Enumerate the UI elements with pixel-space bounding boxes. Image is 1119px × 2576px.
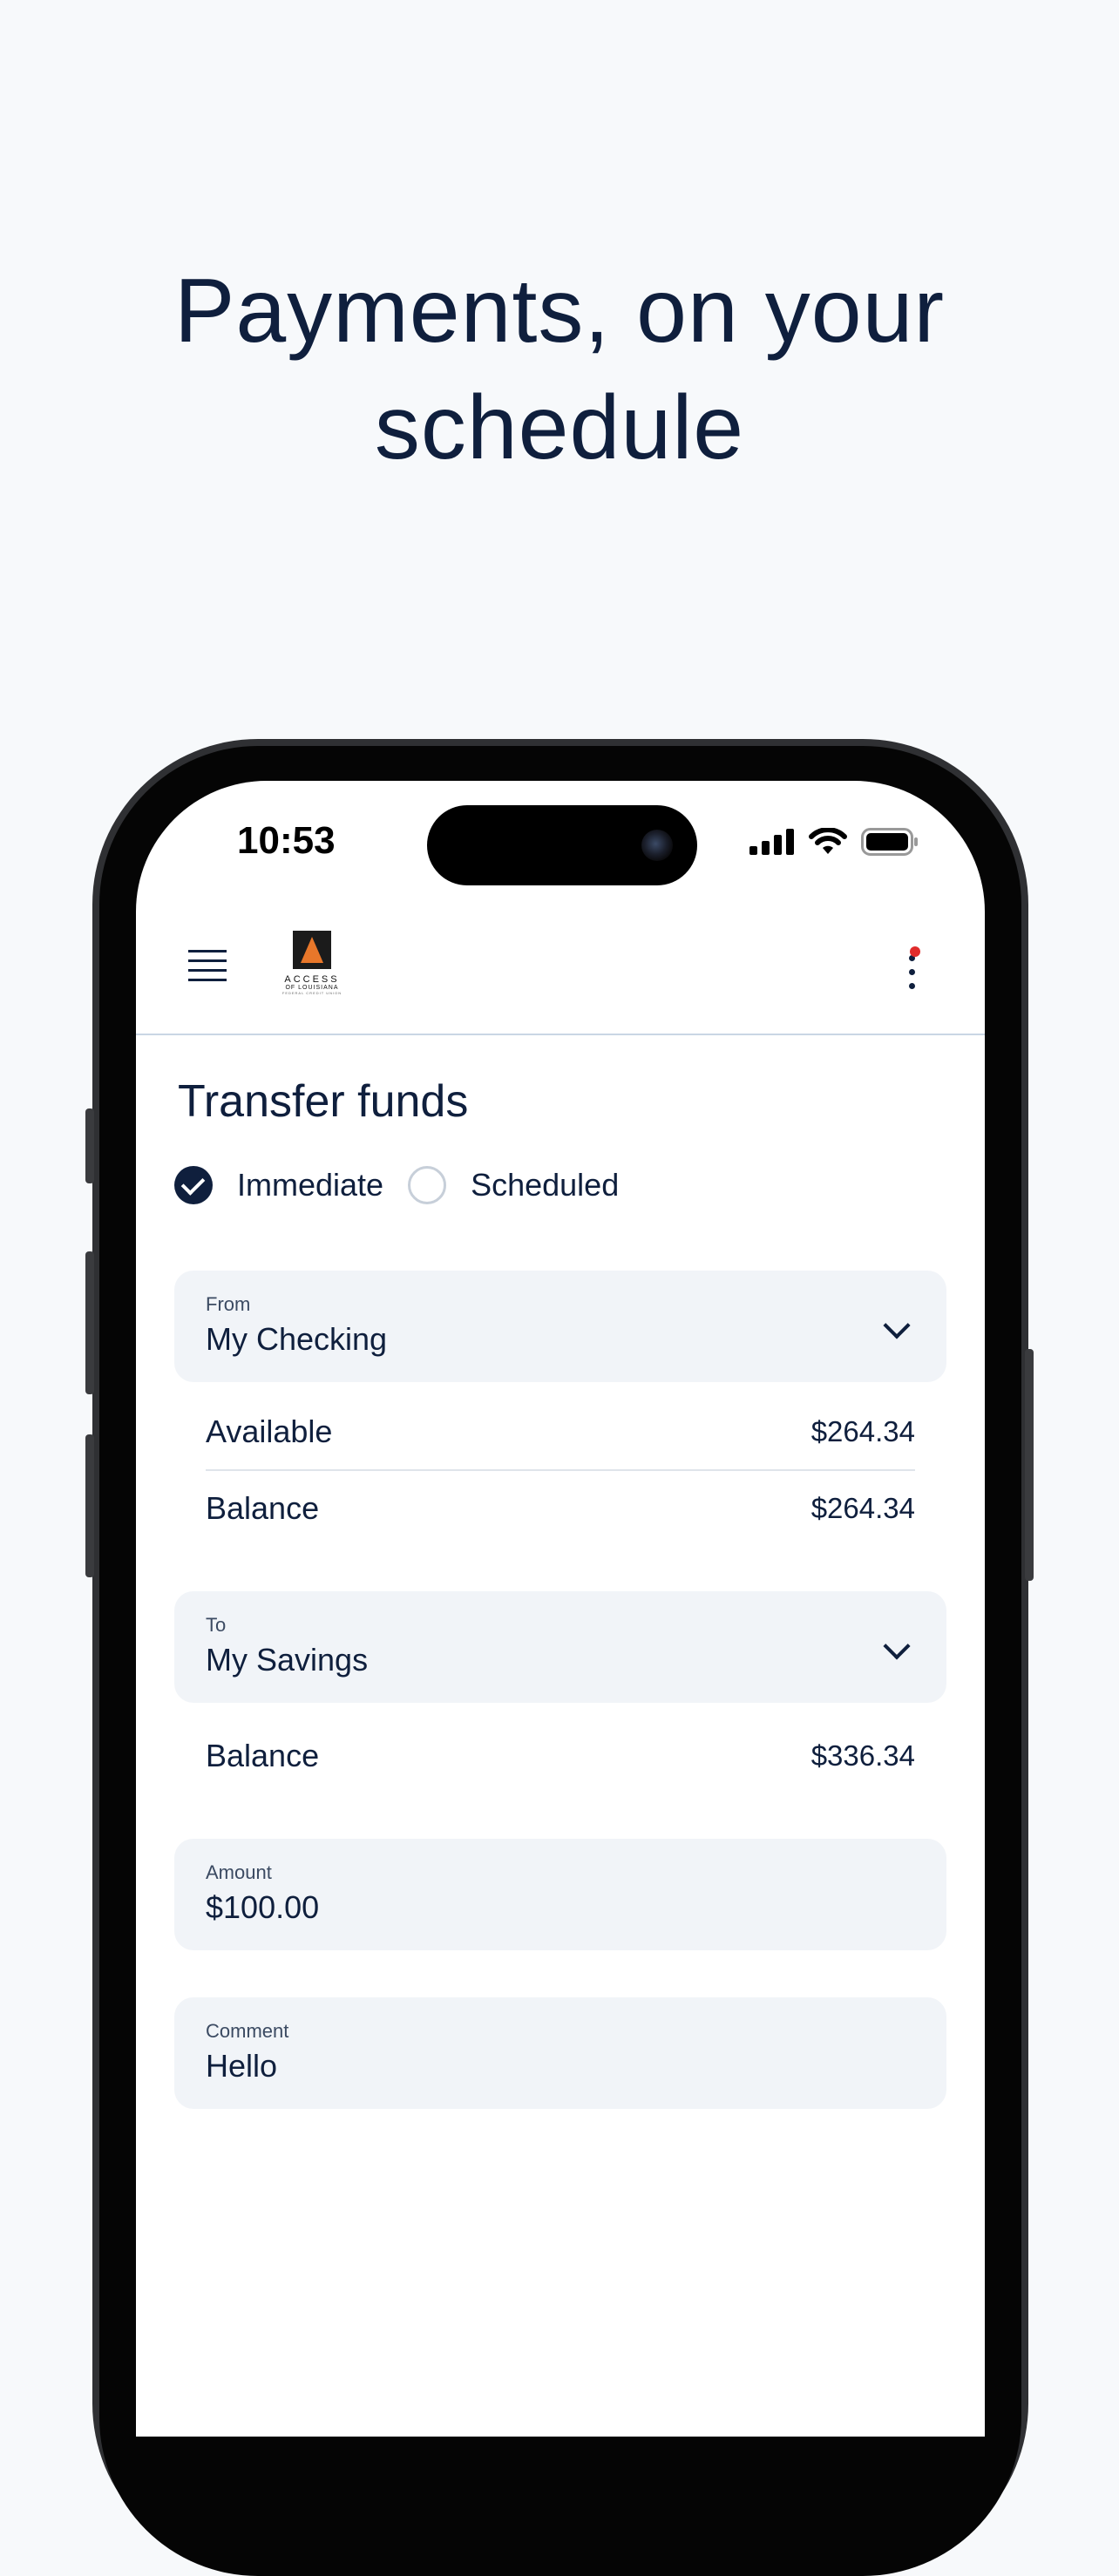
radio-immediate[interactable]: Immediate [174, 1166, 383, 1204]
wifi-icon [809, 828, 847, 854]
notification-dot [910, 946, 920, 957]
amount-label: Amount [206, 1861, 272, 1883]
phone-screen: 10:53 ACCESS OF LOUISIANA FEDERAL CREDIT… [136, 781, 985, 2437]
headline-line-1: Payments, on your [173, 261, 946, 362]
comment-field[interactable]: Comment Hello [174, 1997, 946, 2109]
amount-field[interactable]: Amount $100.00 [174, 1839, 946, 1950]
dynamic-island [427, 805, 697, 885]
to-balance-label: Balance [206, 1738, 320, 1773]
comment-label: Comment [206, 2020, 289, 2042]
from-balance-label: Balance [206, 1490, 320, 1526]
to-account-select[interactable]: To My Savings [174, 1591, 946, 1703]
radio-scheduled[interactable]: Scheduled [408, 1166, 619, 1204]
logo-mark-icon [293, 931, 331, 969]
status-time: 10:53 [237, 819, 336, 862]
radio-checked-icon [174, 1166, 213, 1204]
phone-volume-down [85, 1434, 94, 1577]
marketing-headline: Payments, on your schedule [0, 253, 1119, 486]
from-available-row: Available $264.34 [174, 1394, 946, 1469]
access-of-louisiana-logo: ACCESS OF LOUISIANA FEDERAL CREDIT UNION [277, 931, 347, 995]
from-balance-value: $264.34 [810, 1492, 915, 1524]
transfer-form: Transfer funds Immediate Scheduled From … [174, 1034, 946, 2109]
headline-line-2: schedule [374, 377, 745, 478]
available-label: Available [206, 1413, 333, 1449]
to-balance-value: $336.34 [810, 1739, 915, 1772]
to-label: To [206, 1614, 227, 1636]
transfer-type-radio-group: Immediate Scheduled [174, 1166, 946, 1204]
to-value: My Savings [206, 1642, 369, 1678]
phone-mute-switch [85, 1108, 94, 1183]
from-balance-row: Balance $264.34 [174, 1471, 946, 1546]
logo-name: ACCESS [284, 974, 340, 985]
available-value: $264.34 [810, 1415, 915, 1447]
from-value: My Checking [206, 1321, 388, 1357]
page-title: Transfer funds [178, 1076, 469, 1127]
phone-volume-up [85, 1251, 94, 1394]
cellular-signal-icon [749, 829, 794, 855]
amount-value: $100.00 [206, 1889, 320, 1925]
radio-unchecked-icon [408, 1166, 447, 1204]
battery-icon [861, 828, 918, 856]
phone-power-button [1025, 1349, 1034, 1581]
from-label: From [206, 1293, 251, 1315]
comment-value: Hello [206, 2048, 278, 2084]
from-account-select[interactable]: From My Checking [174, 1271, 946, 1382]
hamburger-menu-icon[interactable] [188, 950, 227, 985]
status-icons [749, 828, 919, 856]
logo-tagline: FEDERAL CREDIT UNION [281, 991, 342, 995]
radio-scheduled-label: Scheduled [471, 1167, 620, 1203]
radio-immediate-label: Immediate [237, 1167, 384, 1203]
more-options-icon[interactable] [903, 946, 920, 999]
logo-sub: OF LOUISIANA [285, 985, 339, 991]
front-camera [641, 830, 673, 861]
to-balance-row: Balance $336.34 [174, 1718, 946, 1793]
app-bar: ACCESS OF LOUISIANA FEDERAL CREDIT UNION [136, 912, 985, 1035]
